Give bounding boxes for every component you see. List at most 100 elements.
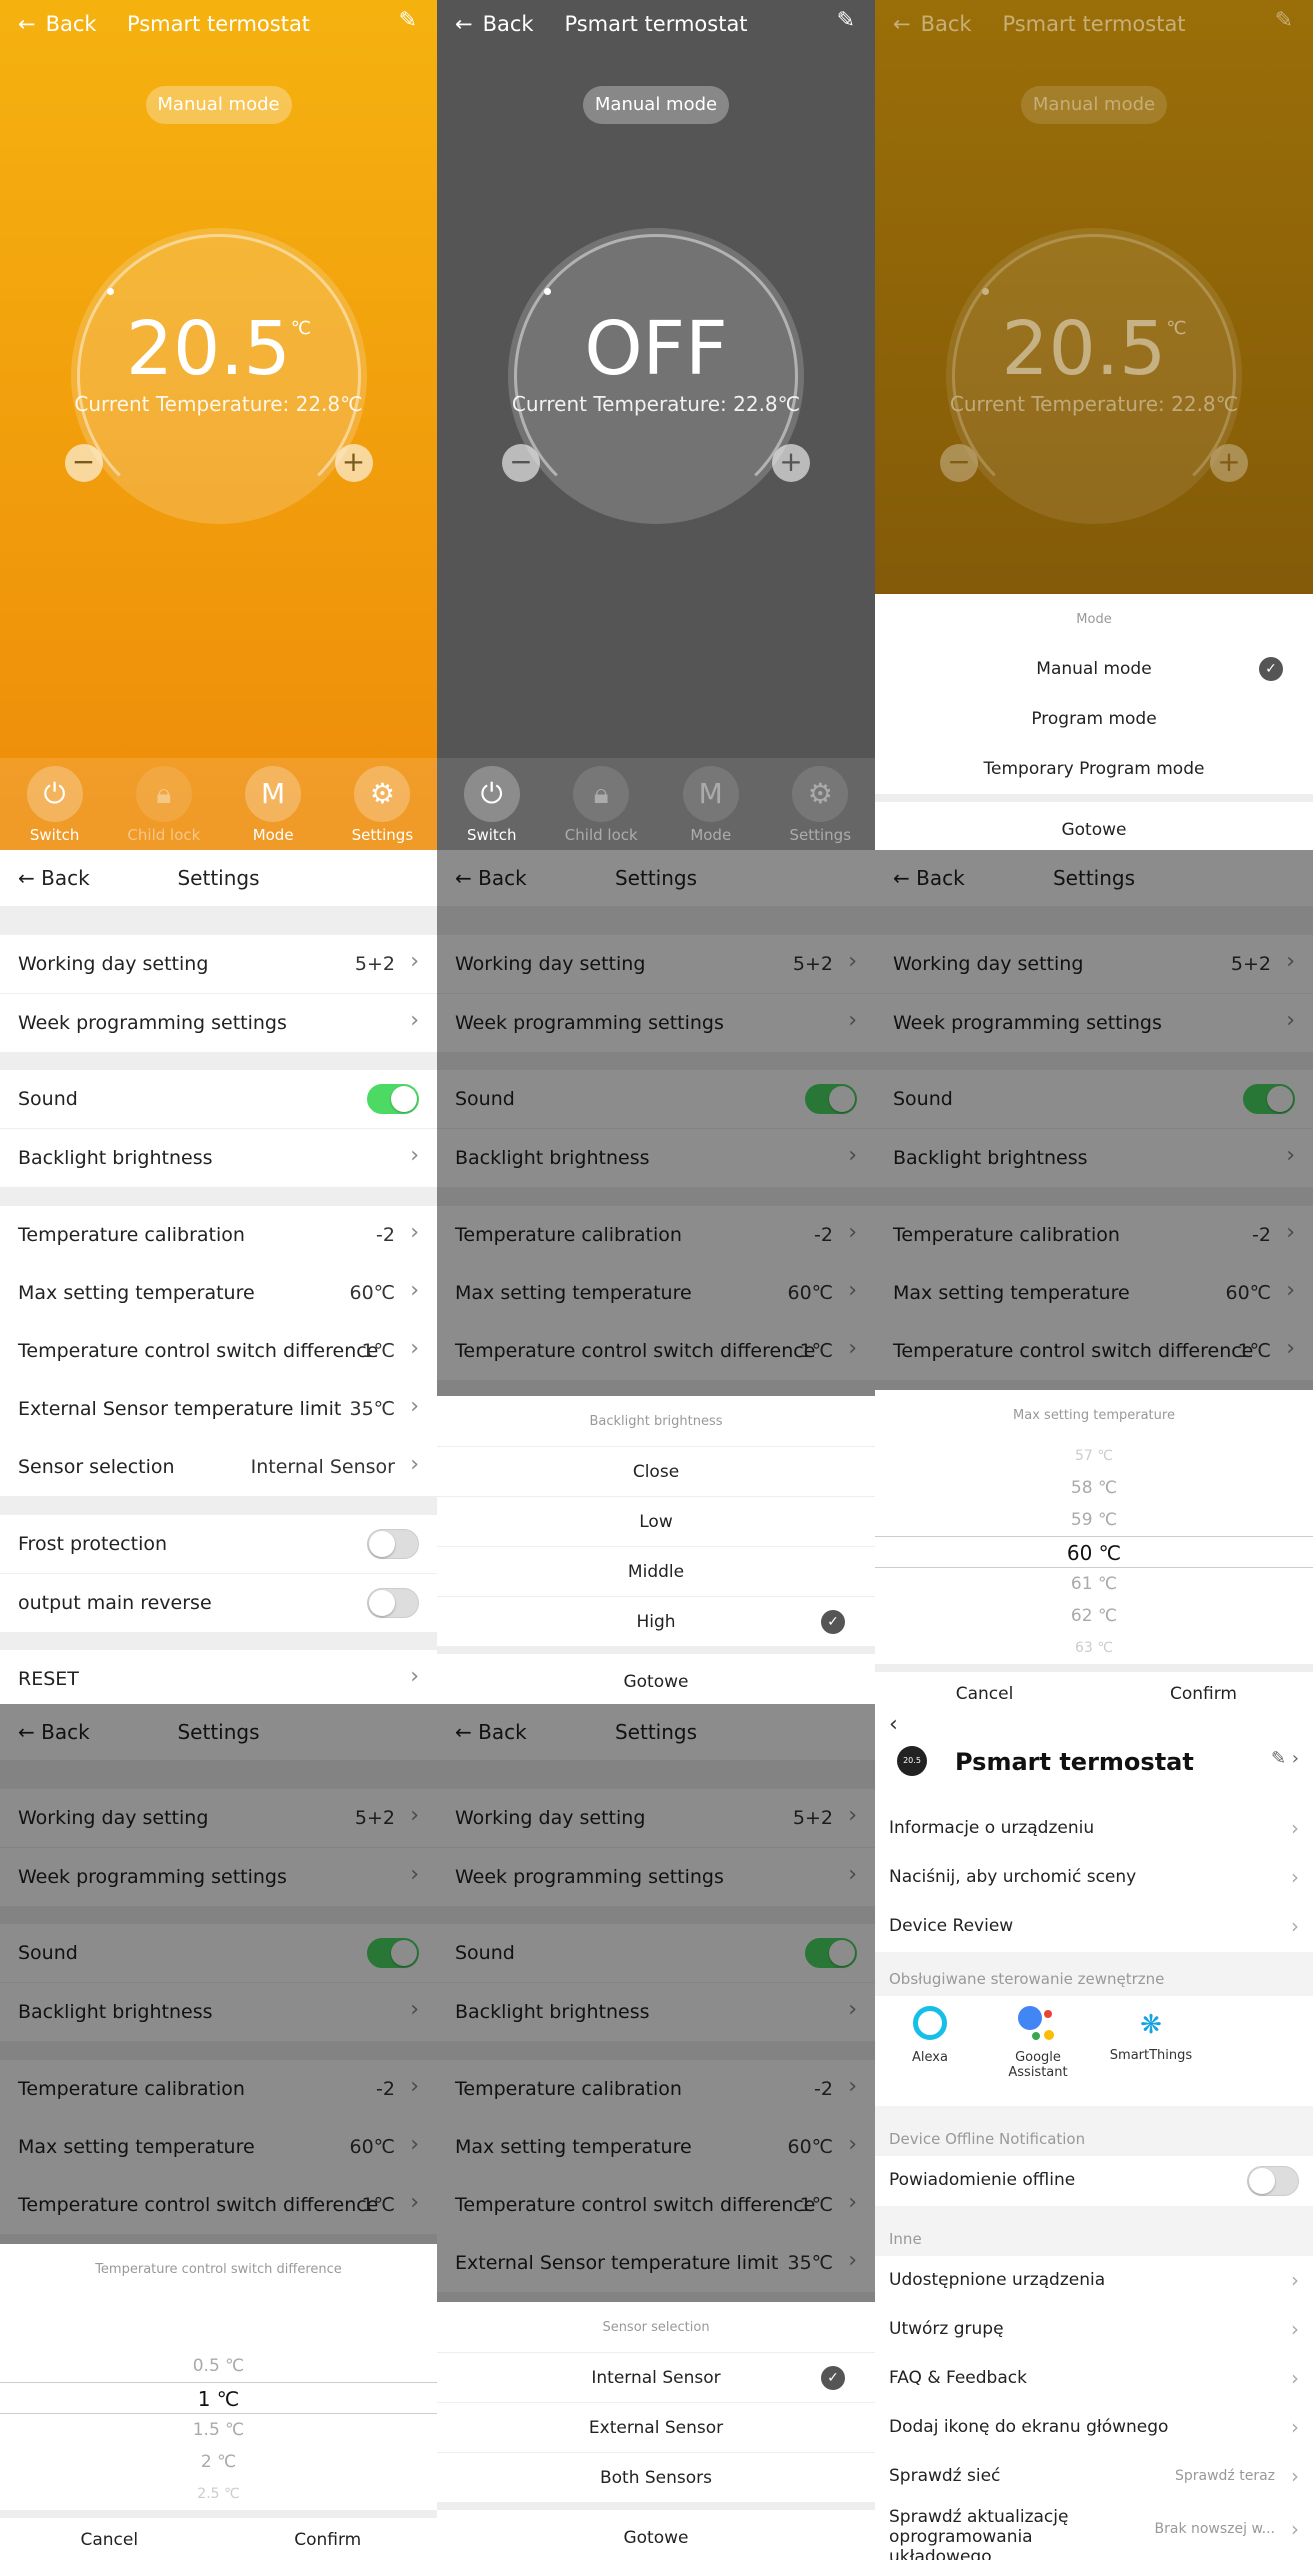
picker-item-selected[interactable]: 60 ℃ xyxy=(875,1536,1313,1568)
brand-google[interactable]: Google Assistant xyxy=(993,2006,1083,2080)
done-button[interactable]: Gotowe xyxy=(437,2502,875,2558)
row-create-group[interactable]: Utwórz grupę › xyxy=(875,2305,1313,2355)
brand-alexa[interactable]: Alexa xyxy=(885,2006,975,2065)
check-icon: ✓ xyxy=(821,2366,845,2390)
picker-item[interactable]: 62 ℃ xyxy=(875,1600,1313,1632)
tab-child-lock[interactable]: 🔒︎ Child lock xyxy=(119,758,209,850)
row-faq[interactable]: FAQ & Feedback › xyxy=(875,2354,1313,2404)
settings-max-temp-panel: ← Back Settings Working day setting 5+2 › W… xyxy=(875,850,1313,1704)
row-external-limit[interactable]: External Sensor temperature limit 35℃ › xyxy=(0,1380,437,1438)
top-bar: ← Back Psmart termostat ✎ xyxy=(0,0,437,50)
lock-icon: 🔒︎ xyxy=(573,766,630,822)
temperature-dial[interactable]: OFF Current Temperature: 22.8℃ − + xyxy=(502,228,810,524)
picker-item[interactable]: 1.5 ℃ xyxy=(0,2414,437,2446)
mode-badge[interactable]: Manual mode xyxy=(583,86,729,124)
tab-mode[interactable]: M Mode xyxy=(666,758,756,850)
top-bar: ← Back Psmart termostat ✎ xyxy=(875,0,1313,50)
picker-item[interactable]: 58 ℃ xyxy=(875,1472,1313,1504)
picker-item[interactable]: 0.5 ℃ xyxy=(0,2350,437,2382)
picker-item-selected[interactable]: 1 ℃ xyxy=(0,2382,437,2414)
back-chevron-icon[interactable]: ‹ xyxy=(889,1712,898,1737)
device-header: ‹ 20.5 Psmart termostat ✎ › xyxy=(875,1704,1313,1804)
settings-header: ← Back Settings xyxy=(0,850,437,906)
picker-buttons: Cancel Confirm xyxy=(0,2510,437,2560)
picker-item[interactable]: 61 ℃ xyxy=(875,1568,1313,1600)
sensor-option-external[interactable]: External Sensor xyxy=(437,2402,875,2452)
temperature-dial[interactable]: 20.5℃ Current Temperature: 22.8℃ − + xyxy=(64,228,373,524)
backlight-option-close[interactable]: Close xyxy=(437,1446,875,1496)
sensor-sheet: Sensor selection Internal Sensor ✓ Extern… xyxy=(437,2302,875,2560)
picker-item[interactable]: 59 ℃ xyxy=(875,1504,1313,1536)
row-firmware[interactable]: Sprawdź aktualizację oprogramowania ukła… xyxy=(875,2501,1313,2560)
lock-icon: 🔒︎ xyxy=(135,766,192,822)
confirm-button[interactable]: Confirm xyxy=(219,2518,438,2560)
tab-switch[interactable]: ⏻ Switch xyxy=(10,758,100,850)
off-label: OFF xyxy=(584,306,728,392)
dial-indicator[interactable] xyxy=(544,288,551,295)
check-icon: ✓ xyxy=(821,1610,845,1634)
mode-option-temporary[interactable]: Temporary Program mode xyxy=(875,744,1313,794)
done-button[interactable]: Gotowe xyxy=(437,1646,875,1702)
page-title: Settings xyxy=(177,866,260,890)
sensor-option-internal[interactable]: Internal Sensor ✓ xyxy=(437,2352,875,2402)
row-working-day[interactable]: Working day setting 5+2 › xyxy=(0,935,437,993)
row-backlight[interactable]: Backlight brightness › xyxy=(0,1129,437,1187)
frost-toggle[interactable] xyxy=(367,1529,419,1559)
row-switch-difference[interactable]: Temperature control switch difference 1℃ › xyxy=(0,1322,437,1380)
backlight-option-middle[interactable]: Middle xyxy=(437,1546,875,1596)
picker-item[interactable]: 63 ℃ xyxy=(875,1632,1313,1664)
picker-item[interactable]: 2 ℃ xyxy=(0,2446,437,2478)
row-device-review[interactable]: Device Review › xyxy=(875,1902,1313,1952)
bottom-tabbar: ⏻ Switch 🔒︎ Child lock M Mode ⚙ Settings xyxy=(437,758,875,850)
row-shared-devices[interactable]: Udostępnione urządzenia › xyxy=(875,2256,1313,2306)
tab-switch[interactable]: ⏻ Switch xyxy=(447,758,537,850)
backlight-option-low[interactable]: Low xyxy=(437,1496,875,1546)
row-week-programming[interactable]: Week programming settings › xyxy=(0,994,437,1052)
row-device-info[interactable]: Informacje o urządzeniu › xyxy=(875,1804,1313,1854)
sound-toggle[interactable] xyxy=(367,1084,419,1114)
chevron-right-icon: › xyxy=(410,1336,419,1361)
offline-toggle[interactable] xyxy=(1247,2166,1299,2196)
cancel-button[interactable]: Cancel xyxy=(0,2518,219,2560)
device-name: Psmart termostat xyxy=(955,1748,1194,1776)
row-reset[interactable]: RESET › xyxy=(0,1650,437,1704)
confirm-button[interactable]: Confirm xyxy=(1094,1672,1313,1704)
row-max-temperature[interactable]: Max setting temperature 60℃ › xyxy=(0,1264,437,1322)
edit-icon[interactable]: ✎ xyxy=(1275,8,1293,33)
mode-option-manual[interactable]: Manual mode ✓ xyxy=(875,644,1313,694)
tab-settings[interactable]: ⚙ Settings xyxy=(337,758,427,850)
tab-mode[interactable]: M Mode xyxy=(228,758,318,850)
row-sensor-selection[interactable]: Sensor selection Internal Sensor › xyxy=(0,1438,437,1496)
edit-icon[interactable]: ✎ › xyxy=(1271,1748,1299,1769)
decrease-button[interactable]: − xyxy=(64,444,103,482)
tab-settings[interactable]: ⚙ Settings xyxy=(775,758,865,850)
row-scenes[interactable]: Naciśnij, aby urchomić sceny › xyxy=(875,1853,1313,1903)
device-title: Psmart termostat xyxy=(1002,12,1186,36)
picker-title: Temperature control switch difference xyxy=(95,2262,342,2277)
picker-item[interactable]: 2.5 ℃ xyxy=(0,2478,437,2510)
tab-child-lock[interactable]: 🔒︎ Child lock xyxy=(556,758,646,850)
done-button[interactable]: Gotowe xyxy=(875,794,1313,850)
increase-button[interactable]: + xyxy=(772,444,810,482)
sensor-option-both[interactable]: Both Sensors xyxy=(437,2452,875,2502)
power-icon: ⏻ xyxy=(26,766,83,822)
increase-button[interactable]: + xyxy=(334,444,373,482)
edit-icon[interactable]: ✎ xyxy=(837,8,855,33)
row-add-to-home[interactable]: Dodaj ikonę do ekranu głównego › xyxy=(875,2403,1313,2453)
edit-icon[interactable]: ✎ xyxy=(399,8,417,33)
row-temp-calibration[interactable]: Temperature calibration -2 › xyxy=(0,1206,437,1264)
cancel-button[interactable]: Cancel xyxy=(875,1672,1094,1704)
output-reverse-toggle[interactable] xyxy=(367,1588,419,1618)
smartthings-icon: ❋ xyxy=(1140,2010,1162,2040)
backlight-option-high[interactable]: High ✓ xyxy=(437,1596,875,1646)
decrease-button[interactable]: − xyxy=(502,444,540,482)
row-check-network[interactable]: Sprawdź sieć Sprawdź teraz › xyxy=(875,2452,1313,2502)
mode-badge[interactable]: Manual mode xyxy=(145,86,292,124)
row-frost-protection: Frost protection xyxy=(0,1515,437,1573)
set-temperature: 20.5℃ xyxy=(1001,306,1187,392)
picker-item[interactable]: 57 ℃ xyxy=(875,1440,1313,1472)
dial-indicator[interactable] xyxy=(106,288,114,295)
mode-option-program[interactable]: Program mode xyxy=(875,694,1313,744)
power-icon: ⏻ xyxy=(463,766,520,822)
brand-smartthings[interactable]: ❋ SmartThings xyxy=(1101,2010,1201,2063)
